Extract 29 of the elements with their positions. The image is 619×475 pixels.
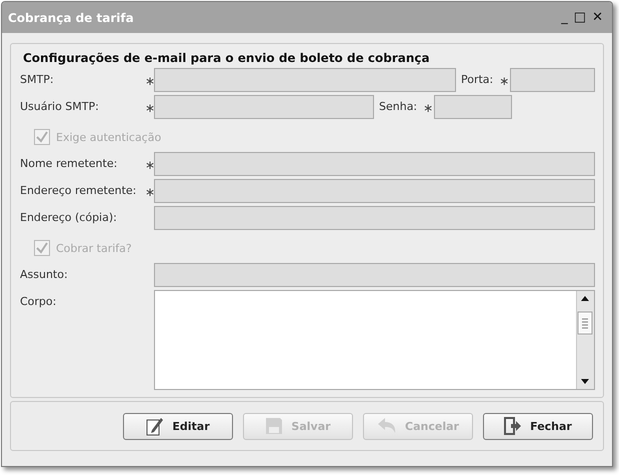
floppy-icon (265, 417, 284, 435)
minimize-button[interactable]: _ (558, 10, 571, 25)
undo-arrow-icon (377, 418, 398, 434)
field-label: Senha: (379, 99, 418, 115)
field-label: SMTP: (20, 72, 55, 88)
exit-door-icon (504, 417, 522, 435)
action-button[interactable]: Editar (123, 412, 233, 440)
window-title: Cobrança de tarifa (8, 10, 134, 24)
checkbox-label: Cobrar tarifa? (56, 242, 132, 254)
scrollbar[interactable] (576, 291, 594, 389)
field-label: Nome remetente: (20, 156, 118, 172)
required-asterisk: ∗ (145, 73, 154, 90)
checkbox-label: Exige autenticação (56, 130, 162, 144)
required-asterisk: ∗ (145, 157, 154, 174)
section-title: Configurações de e-mail para o envio de boleto de cobrança (23, 51, 431, 65)
required-asterisk: ∗ (499, 73, 508, 90)
field-label: Endereço remetente: (20, 183, 138, 199)
pencil-icon (146, 416, 164, 436)
action-button[interactable]: Fechar (483, 412, 593, 440)
maximize-button[interactable]: □ (570, 10, 590, 25)
required-asterisk: ∗ (145, 184, 154, 201)
field-label: Endereço (cópia): (20, 210, 118, 226)
field-label: Porta: (461, 72, 494, 88)
close-button[interactable]: ✕ (589, 10, 606, 25)
field-label: Assunto: (20, 267, 69, 283)
required-asterisk: ∗ (145, 100, 154, 117)
field-label: Usuário SMTP: (20, 99, 100, 115)
field-label: Corpo: (20, 294, 58, 310)
required-asterisk: ∗ (423, 100, 432, 117)
